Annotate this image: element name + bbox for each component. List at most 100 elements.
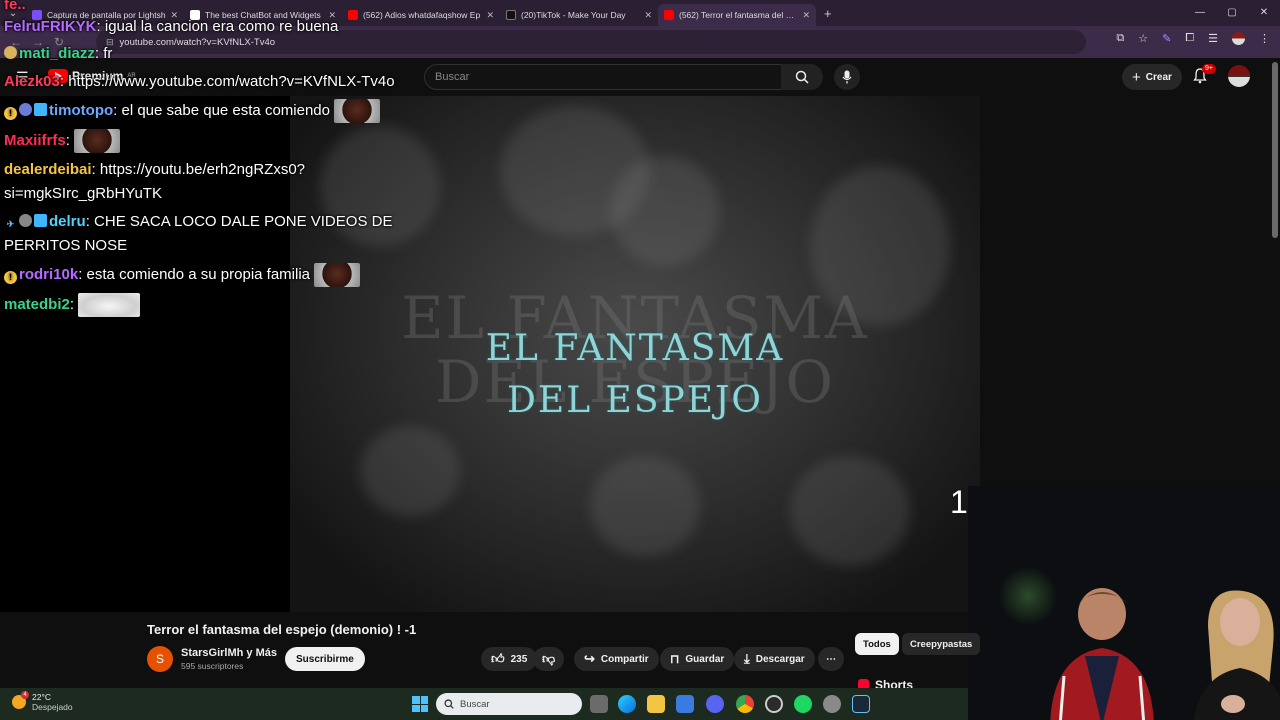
notifications-badge: 9+ bbox=[1202, 64, 1216, 74]
chat-text: CHE SACA LOCO DALE PONE VIDEOS DE bbox=[94, 213, 393, 230]
chat-message-continued: si=mgkSIrc_gRbHYuTK bbox=[4, 183, 162, 205]
close-icon[interactable]: ✕ bbox=[802, 10, 810, 21]
thumbs-down-icon: 👎︎ bbox=[542, 651, 556, 666]
chat-message: Alezk03: https://www.youtube.com/watch?v… bbox=[4, 71, 395, 93]
menu-dots-icon[interactable]: ⋮ bbox=[1259, 32, 1270, 45]
task-view-icon[interactable] bbox=[590, 695, 608, 713]
taskbar-search-placeholder: Buscar bbox=[460, 698, 490, 710]
search-input[interactable]: Buscar bbox=[424, 64, 782, 90]
search-button[interactable] bbox=[781, 64, 823, 90]
chat-text: el que sabe que esta comiendo bbox=[121, 101, 330, 119]
account-avatar[interactable] bbox=[1228, 65, 1250, 87]
install-icon[interactable]: ⧉ bbox=[1116, 32, 1124, 45]
emote-image bbox=[74, 129, 121, 153]
chip-creepypastas[interactable]: Creepypastas bbox=[902, 633, 981, 655]
steam-icon[interactable] bbox=[852, 695, 870, 713]
edge-icon[interactable] bbox=[618, 695, 636, 713]
share-icon: ↪ bbox=[584, 651, 595, 666]
chat-message: ! timotopo: el que sabe que esta comiendo bbox=[4, 99, 381, 123]
chrome-icon[interactable] bbox=[736, 695, 754, 713]
video-title: Terror el fantasma del espejo (demonio) … bbox=[147, 622, 417, 637]
voice-search-button[interactable] bbox=[834, 64, 860, 90]
tab-favicon bbox=[506, 10, 516, 20]
subscriber-badge-icon: ! bbox=[4, 106, 17, 120]
chat-username: timotopo bbox=[49, 101, 114, 119]
stream-counter: 1 bbox=[950, 484, 968, 520]
weather-description: Despejado bbox=[32, 702, 73, 712]
create-button[interactable]: + Crear bbox=[1122, 64, 1182, 90]
bokeh-light bbox=[790, 456, 910, 566]
weather-widget[interactable]: 4 22°C Despejado bbox=[12, 691, 73, 712]
tab-title: (20)TikTok - Make Your Day bbox=[521, 10, 626, 20]
download-icon: ⤓ bbox=[744, 651, 750, 666]
file-explorer-icon[interactable] bbox=[647, 695, 665, 713]
store-icon[interactable] bbox=[676, 695, 694, 713]
tab-favicon bbox=[664, 10, 674, 20]
chat-colon: : bbox=[96, 18, 105, 35]
guest-figure bbox=[1193, 590, 1280, 720]
close-icon[interactable]: ✕ bbox=[644, 10, 652, 21]
related-sidebar bbox=[980, 96, 1280, 486]
page-scrollbar[interactable] bbox=[1272, 62, 1278, 238]
chat-message: dealerdeibai: https://youtu.be/erh2ngRZx… bbox=[4, 159, 305, 181]
reading-list-icon[interactable]: ☰ bbox=[1208, 32, 1218, 45]
channel-avatar[interactable]: S bbox=[147, 646, 173, 672]
tab-tiktok[interactable]: (20)TikTok - Make Your Day ✕ bbox=[500, 4, 658, 26]
webcam-overlay bbox=[968, 486, 1280, 720]
video-overlay-title-1: EL FANTASMA bbox=[485, 328, 785, 369]
bokeh-light bbox=[590, 456, 700, 556]
chat-text: esta comiendo a su propia familia bbox=[86, 265, 311, 283]
emote-image bbox=[314, 263, 361, 287]
notifications-button[interactable]: 9+ bbox=[1192, 64, 1216, 89]
bookmark-star-icon[interactable]: ☆ bbox=[1138, 32, 1148, 45]
sword-badge-icon: ✈ bbox=[6, 219, 15, 229]
new-tab-icon[interactable]: + bbox=[824, 6, 832, 21]
tab-title: (562) Terror el fantasma del esp bbox=[679, 10, 799, 20]
save-button[interactable]: ⊓ Guardar bbox=[660, 647, 735, 671]
windows-start-icon[interactable] bbox=[412, 696, 428, 712]
maximize-icon[interactable]: ▢ bbox=[1216, 0, 1248, 26]
profile-icon[interactable] bbox=[1232, 32, 1245, 45]
channel-name[interactable]: StarsGirlMh y Más bbox=[181, 647, 277, 659]
chat-colon: : bbox=[91, 161, 100, 178]
chat-username: Maxiifrfs bbox=[4, 131, 66, 149]
chat-text: https://youtu.be/erh2ngRZxs0? bbox=[99, 161, 306, 178]
chip-all[interactable]: Todos bbox=[855, 633, 899, 655]
chat-message: FelruFRIKYK: igual la cancion era como r… bbox=[4, 16, 338, 38]
taskbar-search[interactable]: Buscar bbox=[436, 693, 582, 715]
more-actions-button[interactable]: ⋯ bbox=[818, 647, 844, 671]
close-icon[interactable]: ✕ bbox=[486, 10, 494, 21]
windows-taskbar: 4 22°C Despejado Buscar bbox=[0, 688, 968, 720]
discord-icon[interactable] bbox=[706, 695, 724, 713]
toolbar-icons: ⧉ ☆ ✎ ⧠ ☰ ⋮ bbox=[1116, 32, 1270, 45]
obs-icon[interactable] bbox=[765, 695, 783, 713]
chat-username: rodri10k bbox=[19, 265, 79, 283]
tab-favicon bbox=[348, 10, 358, 20]
download-button[interactable]: ⤓ Descargar bbox=[734, 647, 815, 671]
verified-badge-icon bbox=[19, 102, 32, 116]
dislike-button[interactable]: 👎︎ bbox=[533, 647, 565, 671]
weather-sun-icon: 4 bbox=[12, 691, 29, 709]
chat-message: Maxiifrfs: bbox=[4, 129, 121, 153]
search-icon bbox=[795, 70, 809, 84]
chat-message: matedbi2: bbox=[4, 293, 141, 317]
url-text: youtube.com/watch?v=KVfNLX-Tv4o bbox=[119, 36, 276, 48]
spotify-icon[interactable] bbox=[794, 695, 812, 713]
extension-icon[interactable]: ✎ bbox=[1162, 32, 1171, 45]
save-label: Guardar bbox=[685, 653, 725, 665]
chat-message: ✈ delru: CHE SACA LOCO DALE PONE VIDEOS D… bbox=[4, 211, 393, 233]
share-label: Compartir bbox=[600, 653, 649, 665]
extensions-puzzle-icon[interactable]: ⧠ bbox=[1185, 32, 1194, 45]
settings-gear-icon[interactable] bbox=[823, 695, 841, 713]
minimize-icon[interactable]: — bbox=[1184, 0, 1216, 26]
chat-username: fe.. bbox=[4, 0, 26, 13]
microphone-icon bbox=[842, 70, 852, 84]
like-button[interactable]: 👍︎ 235 bbox=[481, 647, 538, 671]
close-window-icon[interactable]: ✕ bbox=[1248, 0, 1280, 26]
chat-username: Alezk03 bbox=[4, 73, 60, 90]
tab-youtube-terror[interactable]: (562) Terror el fantasma del esp ✕ bbox=[658, 4, 816, 26]
tab-youtube-adios[interactable]: (562) Adios whatdafaqshow Ep ✕ bbox=[342, 4, 500, 26]
like-count: 235 bbox=[510, 653, 528, 665]
subscribe-button[interactable]: Suscribirme bbox=[285, 647, 365, 671]
share-button[interactable]: ↪ Compartir bbox=[574, 647, 659, 671]
